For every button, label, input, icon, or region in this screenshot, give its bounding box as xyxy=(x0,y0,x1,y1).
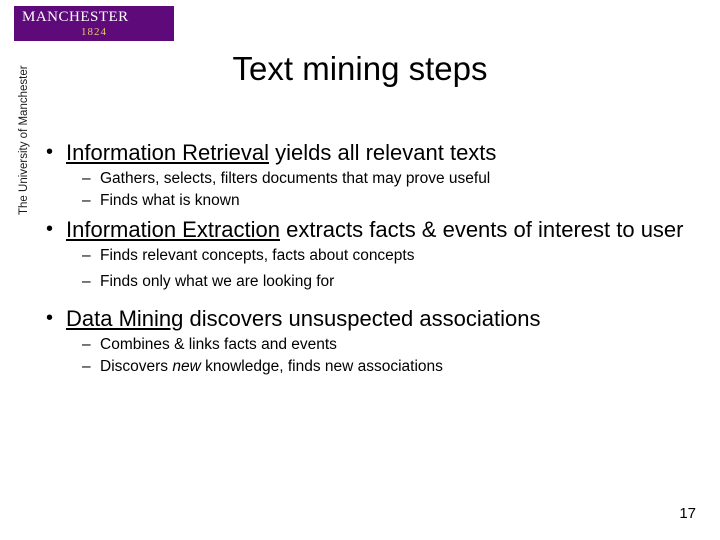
bullet-ie: Information Extraction extracts facts & … xyxy=(44,217,690,244)
page-number: 17 xyxy=(679,505,696,522)
bullet-ie-rest: extracts facts & events of interest to u… xyxy=(280,217,684,242)
bullet-ie-lead: Information Extraction xyxy=(66,217,280,242)
bullet-ir-sub1: Gathers, selects, filters documents that… xyxy=(44,169,690,189)
bullet-ir-sub2: Finds what is known xyxy=(44,191,690,211)
bullet-ir: Information Retrieval yields all relevan… xyxy=(44,140,690,167)
bullet-ir-lead: Information Retrieval xyxy=(66,140,269,165)
logo-name: MANCHESTER xyxy=(22,9,129,25)
bullet-ir-rest: yields all relevant texts xyxy=(269,140,496,165)
slide-title: Text mining steps xyxy=(0,50,720,88)
bullet-dm-lead: Data Mining xyxy=(66,306,183,331)
bullet-ie-sub1: Finds relevant concepts, facts about con… xyxy=(44,246,690,266)
university-logo: MANCHESTER 1824 xyxy=(14,6,174,41)
logo-year: 1824 xyxy=(22,26,166,40)
bullet-dm-rest: discovers unsuspected associations xyxy=(183,306,540,331)
bullet-dm-sub1: Combines & links facts and events xyxy=(44,335,690,355)
bullet-ie-sub2: Finds only what we are looking for xyxy=(44,272,690,292)
bullet-dm: Data Mining discovers unsuspected associ… xyxy=(44,306,690,333)
logo-box: MANCHESTER 1824 xyxy=(14,6,174,41)
slide-body: Information Retrieval yields all relevan… xyxy=(44,140,690,379)
bullet-dm-sub2: Discovers new knowledge, finds new assoc… xyxy=(44,357,690,377)
